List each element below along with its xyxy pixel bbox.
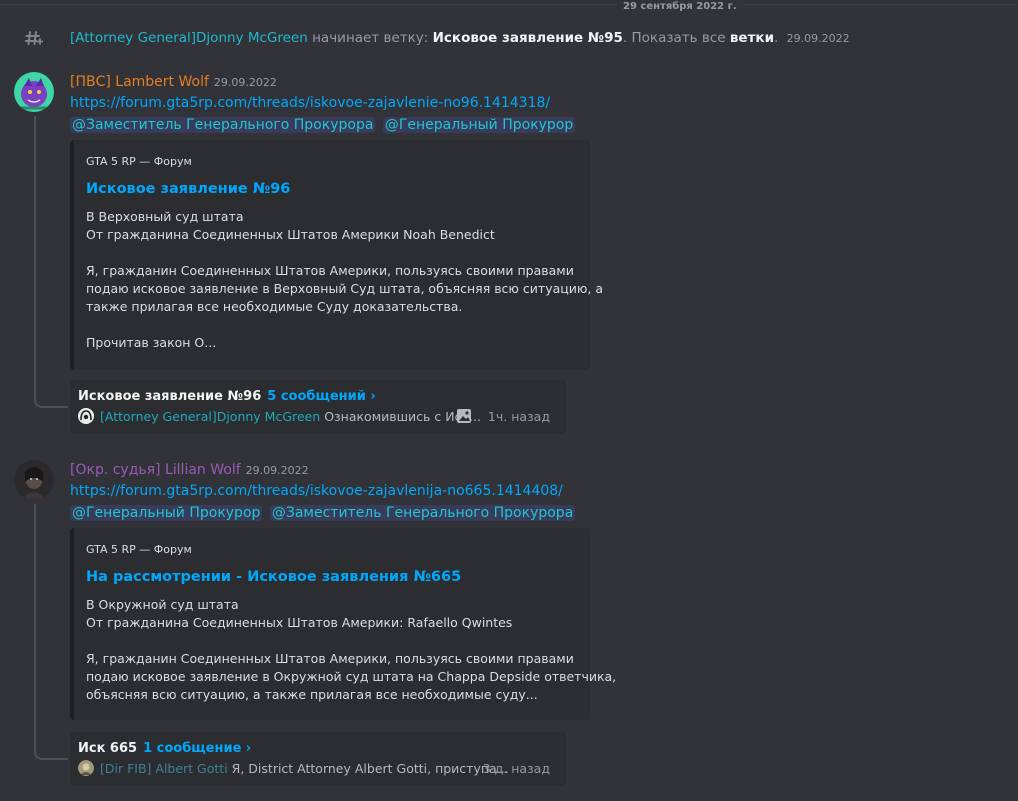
- show-all-threads-link[interactable]: ветки: [730, 30, 774, 46]
- message: [Окр. судья] Lillian Wolf 29.09.2022 http…: [0, 460, 1018, 790]
- thread-message-count[interactable]: 5 сообщений ›: [267, 389, 376, 404]
- embed-title[interactable]: На рассмотрении - Исковое заявления №665: [86, 566, 461, 588]
- avatar-image-icon: [14, 72, 54, 112]
- system-message-thread-name[interactable]: Исковое заявление №95: [433, 30, 623, 46]
- embed-blank-line: [86, 632, 586, 650]
- thread-last-user[interactable]: [Attorney General]Djonny McGreen: [100, 409, 320, 424]
- thread-last-message-preview: Я, District Attorney Albert Gotti, прист…: [231, 761, 509, 776]
- thread-last-user-avatar: [78, 408, 94, 424]
- thread-preview[interactable]: Исковое заявление №96 5 сообщений › [Atto…: [70, 380, 566, 434]
- embed-provider[interactable]: GTA 5 RP — Форум: [86, 542, 192, 558]
- avatar-image-icon: [78, 760, 94, 776]
- system-message-suffix: .: [774, 30, 779, 46]
- thread-connector: [34, 116, 68, 408]
- embed-provider[interactable]: GTA 5 RP — Форум: [86, 154, 192, 170]
- message: [ПВС] Lambert Wolf 29.09.2022 https://for…: [0, 72, 1018, 442]
- message-timestamp: 29.09.2022: [245, 464, 309, 477]
- embed-line: Я, гражданин Соединенных Штатов Америки,…: [86, 263, 574, 278]
- thread-last-activity: 1ч. назад: [487, 409, 550, 424]
- thread-preview[interactable]: Иск 665 1 сообщение › [Dir FIB] Albert Go…: [70, 732, 566, 786]
- image-icon: [456, 409, 471, 423]
- embed-line: также прилагая все необходимые Суду дока…: [86, 299, 463, 314]
- thread-message-count[interactable]: 1 сообщение ›: [143, 741, 251, 756]
- message-link[interactable]: https://forum.gta5rp.com/threads/iskovoe…: [70, 93, 550, 113]
- system-message-timestamp: 29.09.2022: [786, 32, 850, 45]
- system-message-thread-started: [Attorney General]Djonny McGreen начинае…: [0, 24, 1018, 52]
- embed-blank-line: [86, 316, 586, 334]
- embed-line: объясняя всю ситуацию, а также прилагая …: [86, 687, 538, 702]
- mentions: @Генеральный Прокурор @Заместитель Генер…: [70, 503, 578, 523]
- mention-role[interactable]: @Заместитель Генерального Прокурора: [269, 505, 576, 521]
- link-embed: GTA 5 RP — Форум Исковое заявление №96 В…: [70, 140, 604, 370]
- system-message-show-all-text: . Показать все: [622, 30, 726, 46]
- system-message-user[interactable]: [Attorney General]Djonny McGreen: [70, 30, 308, 46]
- thread-connector: [34, 504, 68, 760]
- embed-line: Я, гражданин Соединенных Штатов Америки,…: [86, 651, 574, 666]
- thread-name[interactable]: Иск 665: [78, 741, 137, 756]
- mention-role[interactable]: @Заместитель Генерального Прокурора: [70, 117, 376, 133]
- date-divider-label: 29 сентября 2022 г.: [617, 1, 743, 13]
- avatar-image-icon: [14, 460, 54, 500]
- avatar-image-icon: [78, 408, 94, 424]
- thread-last-activity: 3 д. назад: [482, 761, 550, 776]
- embed-line: В Верховный суд штата: [86, 209, 244, 224]
- link-embed: GTA 5 RP — Форум На рассмотрении - Исков…: [70, 528, 617, 720]
- message-link[interactable]: https://forum.gta5rp.com/threads/iskovoe…: [70, 481, 563, 501]
- thread-icon: [25, 31, 43, 45]
- avatar[interactable]: [14, 72, 54, 112]
- embed-line: подаю исковое заявление в Окружной суд ш…: [86, 669, 617, 684]
- mentions: @Заместитель Генерального Прокурора @Ген…: [70, 115, 578, 135]
- message-author[interactable]: [ПВС] Lambert Wolf: [70, 74, 209, 90]
- embed-description: В Верховный суд штата От гражданина Соед…: [86, 208, 604, 352]
- message-author[interactable]: [Окр. судья] Lillian Wolf: [70, 462, 241, 478]
- embed-line: От гражданина Соединенных Штатов Америки…: [86, 227, 495, 242]
- date-divider: 29 сентября 2022 г.: [0, 1, 1018, 13]
- embed-line: подаю исковое заявление в Верховный Суд …: [86, 281, 604, 296]
- embed-line: В Окружной суд штата: [86, 597, 239, 612]
- mention-role[interactable]: @Генеральный Прокурор: [70, 505, 263, 521]
- thread-last-user-avatar: [78, 760, 94, 776]
- mention-role[interactable]: @Генеральный Прокурор: [382, 117, 576, 133]
- thread-last-user[interactable]: [Dir FIB] Albert Gotti: [100, 761, 228, 776]
- avatar[interactable]: [14, 460, 54, 500]
- message-timestamp: 29.09.2022: [213, 76, 277, 89]
- embed-title[interactable]: Исковое заявление №96: [86, 178, 290, 200]
- embed-line: От гражданина Соединенных Штатов Америки…: [86, 615, 513, 630]
- embed-line: Прочитав закон О...: [86, 335, 217, 350]
- embed-description: В Окружной суд штата От гражданина Соеди…: [86, 596, 617, 704]
- embed-blank-line: [86, 244, 586, 262]
- thread-name[interactable]: Исковое заявление №96: [78, 389, 261, 404]
- system-message-action: начинает ветку:: [312, 30, 429, 46]
